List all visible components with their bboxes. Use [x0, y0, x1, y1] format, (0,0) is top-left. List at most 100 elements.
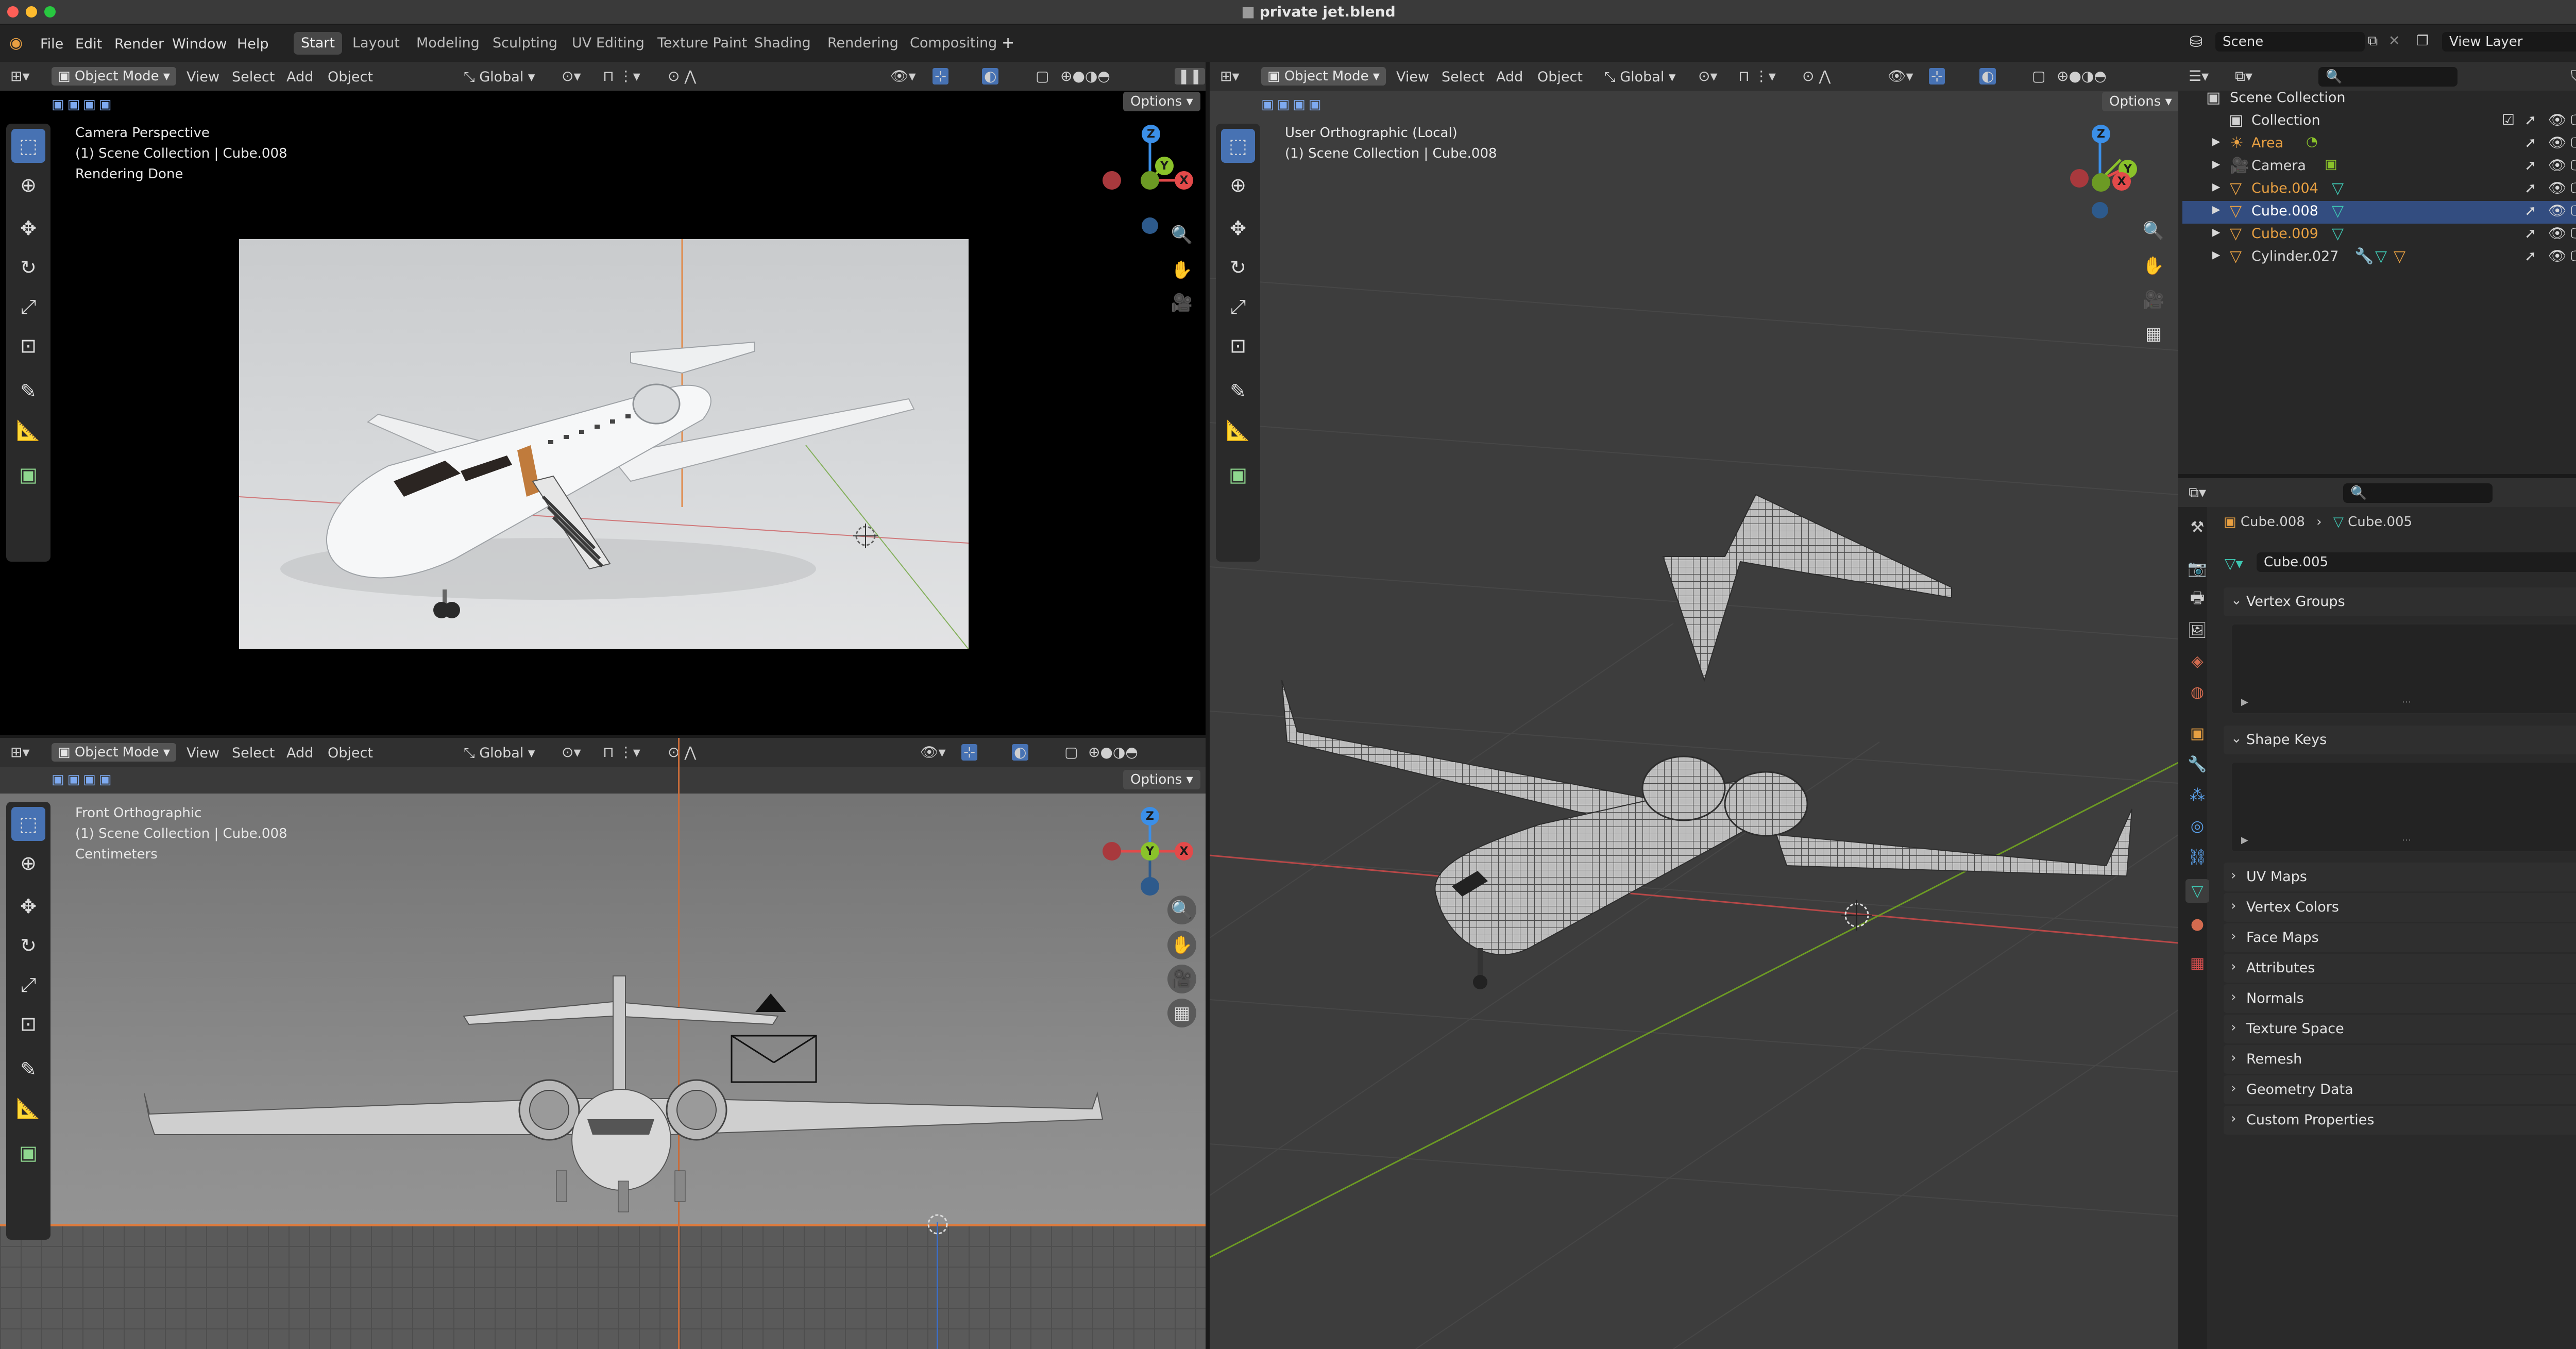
gizmo-y-axis[interactable]: Y [1155, 157, 1174, 175]
expand-arrow-icon[interactable]: ▶ [2212, 135, 2220, 147]
camera-view-icon[interactable]: 🎥 [1167, 289, 1196, 317]
transform-tool-icon[interactable]: ⊡ [11, 329, 45, 363]
workspace-tab-rendering[interactable]: Rendering [820, 32, 906, 55]
pause-render-icon[interactable]: ❚❚ [1175, 68, 1205, 85]
scene-name-field[interactable]: Scene [2215, 32, 2365, 52]
blender-logo-icon[interactable]: ◉ [9, 34, 23, 52]
constraints-tab-icon[interactable]: ⛓ [2185, 845, 2209, 869]
add-workspace-icon[interactable]: + [1002, 34, 1014, 52]
outliner-editor-type-icon[interactable]: ☰▾ [2189, 69, 2209, 83]
workspace-tab-shading[interactable]: Shading [747, 32, 818, 55]
area-splitter[interactable] [2178, 474, 2576, 478]
gizmo-neg-z-axis[interactable] [1142, 217, 1158, 234]
outliner-root-row[interactable]: ▣ Scene Collection [2182, 88, 2576, 110]
navigation-gizmo[interactable]: Z X Y [1103, 124, 1193, 234]
expand-arrow-icon[interactable]: ▶ [2212, 226, 2220, 238]
viewport-toggle-icon[interactable]: 🖵 [2571, 134, 2576, 151]
mesh-data-tab-icon[interactable]: ▽ [2185, 879, 2209, 903]
menu-file[interactable]: File [40, 36, 63, 52]
workspace-tab-texture-paint[interactable]: Texture Paint [650, 32, 754, 55]
shading-modes-icon[interactable]: ⊕●◑◓ [1060, 69, 1110, 83]
select-toggle-icon[interactable]: ➚ [2524, 157, 2536, 174]
outliner-item-cube-008[interactable]: ▶ ▽ Cube.008 ▽ ➚ 👁 🖵 📷 [2182, 201, 2576, 224]
visibility-icon[interactable]: 👁▾ [890, 69, 916, 83]
hide-toggle-icon[interactable]: 👁 [2548, 247, 2567, 264]
camera-viewport[interactable]: ⊞▾ ▣ Object Mode ▾ View Select Add Objec… [0, 62, 1206, 735]
menu-render[interactable]: Render [114, 36, 164, 52]
shape-keys-panel-header[interactable]: ⌄ Shape Keys ⋮⋮ [2224, 726, 2576, 754]
workspace-tab-compositing[interactable]: Compositing [903, 32, 1004, 55]
new-scene-icon[interactable]: ⧉ [2368, 33, 2378, 49]
exclude-checkbox[interactable]: ☑ [2502, 111, 2515, 128]
annotate-tool-icon[interactable]: ✎ [11, 374, 45, 408]
outliner-collection-row[interactable]: ▣ Collection ☑ ➚ 👁 🖵 📷 [2182, 110, 2576, 133]
menu-window[interactable]: Window [172, 36, 227, 52]
scene-tab-icon[interactable]: ◈ [2185, 649, 2209, 673]
gizmo-neg-x-axis[interactable] [1103, 171, 1121, 190]
workspace-tab-layout[interactable]: Layout [345, 32, 407, 55]
rotate-tool-icon[interactable]: ↻ [11, 250, 45, 284]
modifiers-tab-icon[interactable]: 🔧 [2185, 752, 2209, 776]
options-dropdown[interactable]: Options ▾ [1123, 92, 1200, 111]
gizmo-x-axis[interactable]: X [1175, 171, 1193, 190]
add-cube-tool-icon[interactable]: ▣ [11, 458, 45, 492]
vertex-colors-panel-header[interactable]: › Vertex Colors ⋮⋮ [2224, 893, 2576, 922]
select-toggle-icon[interactable]: ➚ [2524, 179, 2536, 196]
object-tab-icon[interactable]: ▣ [2185, 721, 2209, 745]
custom-properties-panel-header[interactable]: › Custom Properties ⋮⋮ [2224, 1106, 2576, 1135]
object-menu[interactable]: Object [328, 69, 373, 85]
view-layer-tab-icon[interactable]: 🖼 [2185, 618, 2209, 642]
particles-tab-icon[interactable]: ⁂ [2185, 783, 2209, 807]
world-tab-icon[interactable]: ◍ [2185, 680, 2209, 704]
properties-editor-type-icon[interactable]: ⧉▾ [2189, 485, 2206, 500]
normals-panel-header[interactable]: › Normals ⋮⋮ [2224, 984, 2576, 1013]
viewport-toggle-icon[interactable]: 🖵 [2571, 225, 2576, 242]
cursor-tool-icon[interactable]: ⊕ [11, 168, 45, 202]
vertex-groups-panel-header[interactable]: ⌄ Vertex Groups ⋮⋮ [2224, 587, 2576, 616]
viewport-toggle-icon[interactable]: 🖵 [2571, 157, 2576, 174]
view-layer-name-field[interactable]: View Layer [2442, 32, 2576, 52]
front-viewport[interactable]: ⊞▾ ▣ Object Mode ▾ View Select Add Objec… [0, 738, 1206, 1349]
gizmo-toggle-icon[interactable]: ⊹ [933, 68, 949, 85]
uv-maps-panel-header[interactable]: › UV Maps ⋮⋮ [2224, 863, 2576, 891]
render-tab-icon[interactable]: 📷 [2185, 557, 2209, 580]
viewport-toggle-icon[interactable]: 🖵 [2571, 111, 2576, 129]
editor-type-icon[interactable]: ⊞▾ [10, 69, 30, 83]
select-mode-buttons[interactable]: ▣▣▣▣ [52, 93, 165, 120]
user-viewport[interactable]: ⊞▾ ▣ Object Mode ▾ View Select Add Objec… [1210, 62, 2178, 1349]
properties-search-input[interactable]: 🔍 [2343, 483, 2493, 503]
outliner-item-cube-004[interactable]: ▶ ▽ Cube.004 ▽ ➚ 👁 🖵 📷 [2182, 178, 2576, 201]
orientation-dropdown[interactable]: ⤡ Global ▾ [464, 69, 535, 86]
list-resize-handle-icon[interactable]: ⋯ [2402, 697, 2411, 707]
select-toggle-icon[interactable]: ➚ [2524, 225, 2536, 242]
expand-arrow-icon[interactable]: ▶ [2212, 180, 2220, 193]
attributes-panel-header[interactable]: › Attributes ⋮⋮ [2224, 954, 2576, 983]
list-expand-icon[interactable]: ▶ [2241, 835, 2248, 846]
menu-edit[interactable]: Edit [75, 36, 102, 52]
select-toggle-icon[interactable]: ➚ [2524, 111, 2536, 128]
zoom-icon[interactable]: 🔍 [1167, 221, 1196, 249]
scale-tool-icon[interactable]: ⤢ [11, 290, 45, 324]
geometry-data-panel-header[interactable]: › Geometry Data ⋮⋮ [2224, 1075, 2576, 1104]
delete-scene-icon[interactable]: ✕ [2388, 33, 2400, 49]
hide-toggle-icon[interactable]: 👁 [2548, 134, 2567, 151]
gizmo-neg-y-axis[interactable] [1141, 171, 1159, 190]
view-layer-selector-icon[interactable]: ❐ [2416, 33, 2429, 49]
pivot-point-icon[interactable]: ⊙▾ [562, 69, 581, 83]
snap-icon[interactable]: ⊓ ⋮▾ [603, 69, 640, 83]
material-tab-icon[interactable]: ● [2185, 912, 2209, 936]
remesh-panel-header[interactable]: › Remesh ⋮⋮ [2224, 1045, 2576, 1074]
select-toggle-icon[interactable]: ➚ [2524, 134, 2536, 151]
output-tab-icon[interactable]: 🖶 [2185, 587, 2209, 611]
shape-keys-list[interactable]: ▶ ⋯ [2231, 762, 2576, 852]
expand-arrow-icon[interactable]: ▶ [2212, 158, 2220, 170]
pan-hand-icon[interactable]: ✋ [1167, 256, 1196, 284]
list-resize-handle-icon[interactable]: ⋯ [2402, 835, 2411, 846]
menu-help[interactable]: Help [237, 36, 269, 52]
texture-tab-icon[interactable]: ▦ [2185, 951, 2209, 975]
select-menu[interactable]: Select [232, 69, 275, 85]
outliner-search-input[interactable]: 🔍 [2318, 67, 2458, 87]
gizmo-z-axis[interactable]: Z [1142, 125, 1160, 143]
select-toggle-icon[interactable]: ➚ [2524, 202, 2536, 219]
viewport-toggle-icon[interactable]: 🖵 [2571, 202, 2576, 220]
